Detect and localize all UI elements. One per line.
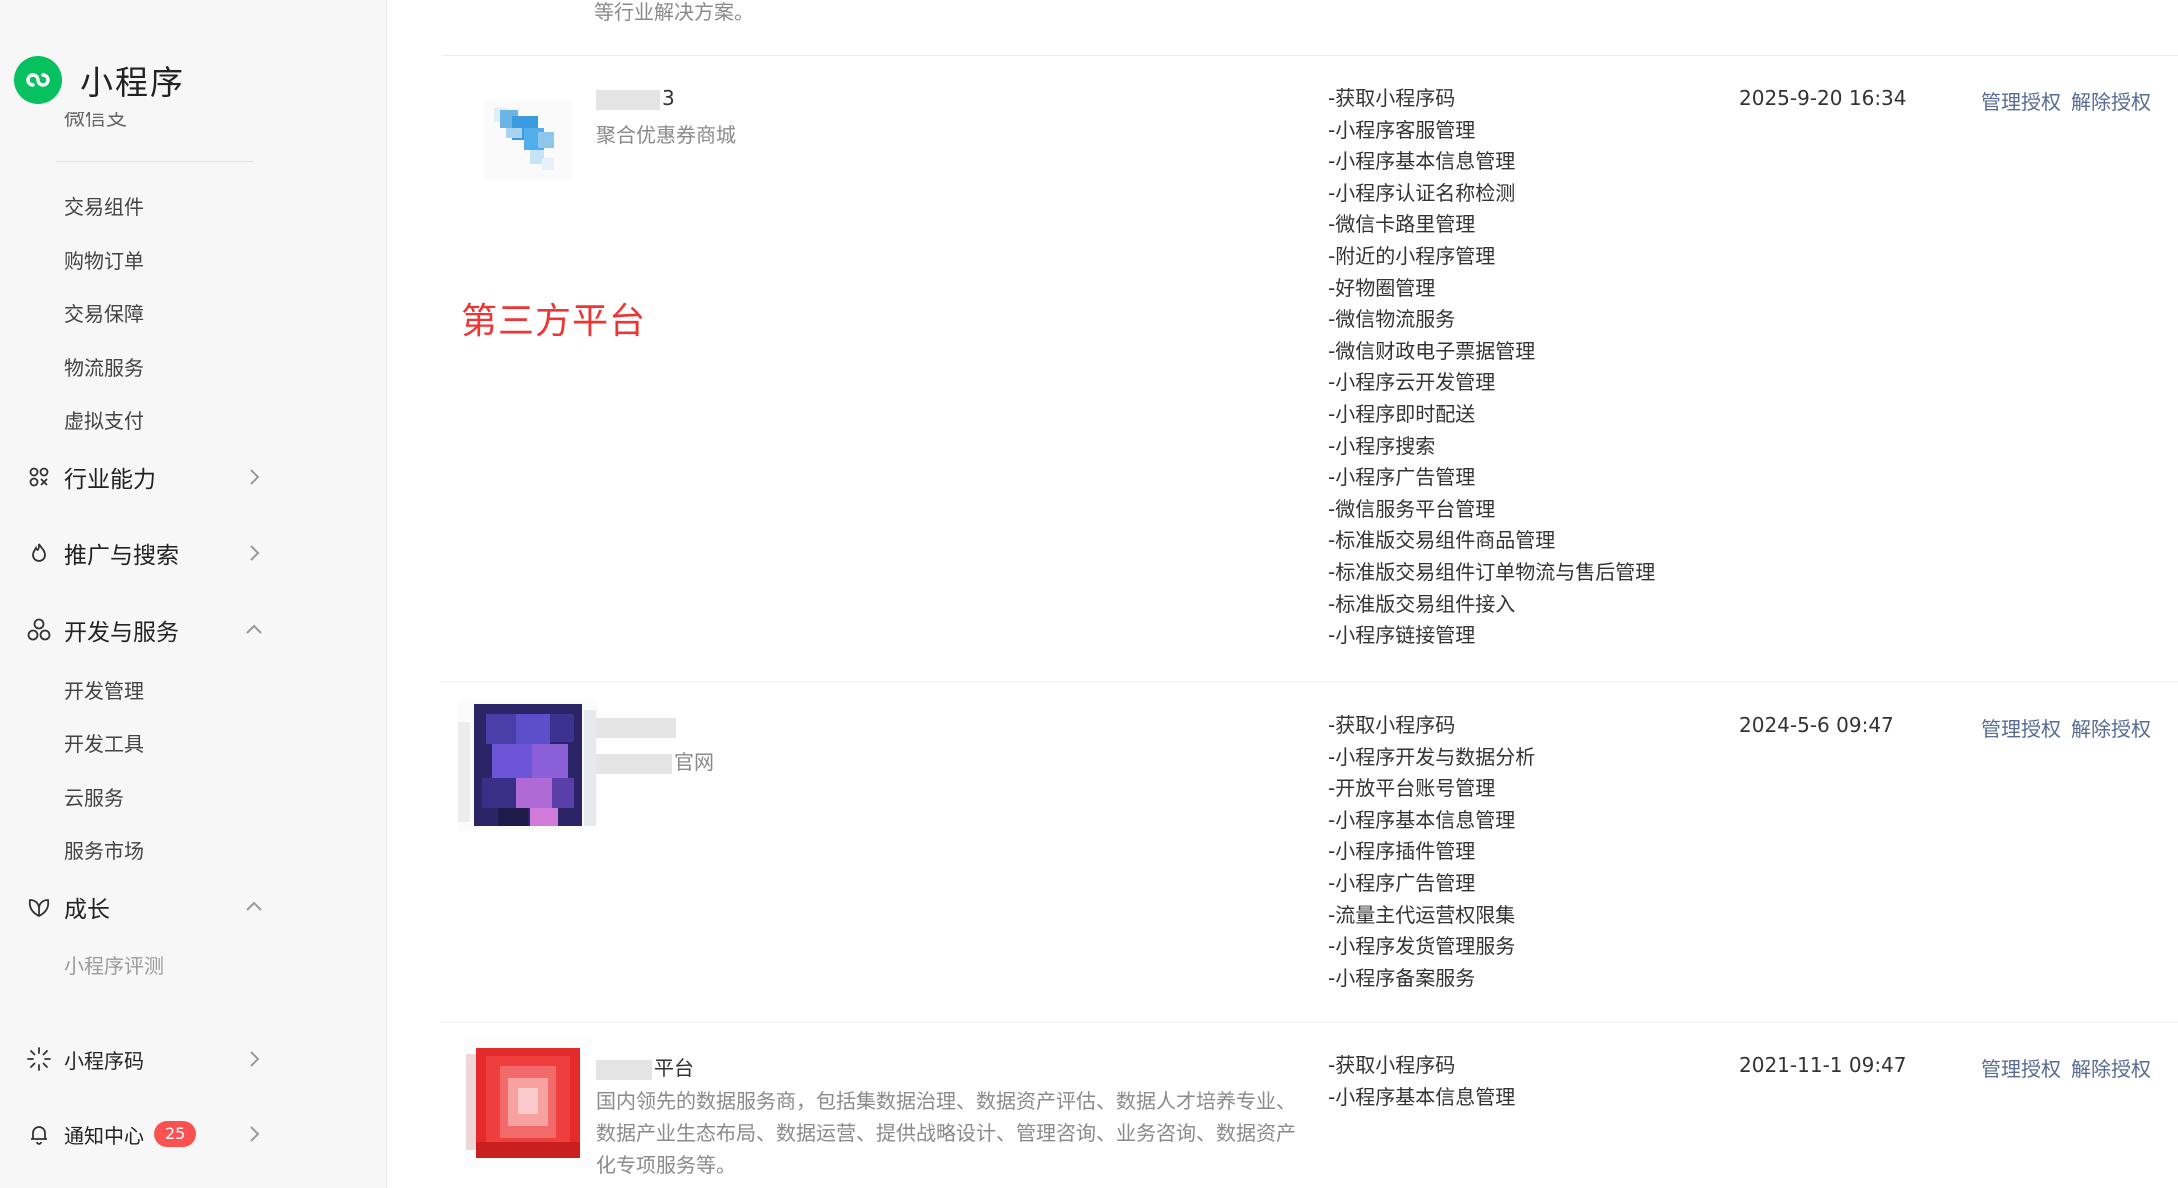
chevron-up-icon <box>246 901 262 911</box>
prev-row-desc: 等行业解决方案。 <box>594 0 754 24</box>
sidebar-item-qrcode[interactable]: 小程序码 <box>26 1039 266 1079</box>
sidebar-group-industry[interactable]: 行业能力 <box>26 457 266 497</box>
sidebar-group-promote[interactable]: 推广与搜索 <box>26 533 266 573</box>
row-divider <box>442 681 2178 682</box>
permission-item: -流量主代运营权限集 <box>1328 902 1516 927</box>
permission-item: -微信卡路里管理 <box>1328 212 1476 237</box>
chevron-right-icon <box>250 1126 260 1142</box>
row-actions: 管理授权 解除授权 <box>1981 713 2151 742</box>
permission-item: -小程序云开发管理 <box>1328 370 1496 395</box>
redacted-name <box>596 89 660 110</box>
annotation-label: 第三方平台 <box>461 301 647 342</box>
sidebar-item-evaluate[interactable]: 小程序评测 <box>64 950 164 979</box>
sidebar-item-logistics[interactable]: 物流服务 <box>64 352 144 381</box>
promote-icon <box>26 540 52 566</box>
sidebar: 小程序 微信支付 交易组件 购物订单 交易保障 物流服务 虚拟支付 行业能力 推… <box>0 0 387 1188</box>
app-name: 平台 <box>596 1052 694 1081</box>
miniprogram-logo-icon <box>14 56 62 104</box>
redacted-name <box>596 1059 652 1080</box>
row-divider <box>442 55 2178 56</box>
permission-item: -获取小程序码 <box>1328 713 1456 737</box>
app-avatar <box>466 1036 590 1168</box>
sidebar-item-clipped[interactable]: 微信支付 <box>64 112 144 130</box>
logo[interactable]: 小程序 <box>14 56 185 104</box>
sidebar-item-service-market[interactable]: 服务市场 <box>64 835 144 864</box>
permission-item: -小程序发货管理服务 <box>1328 934 1516 959</box>
row-actions: 管理授权 解除授权 <box>1981 1053 2151 1082</box>
revoke-auth-link[interactable]: 解除授权 <box>2071 86 2151 115</box>
auth-time: 2025-9-20 16:34 <box>1739 86 1907 110</box>
row-divider <box>442 1022 2178 1023</box>
sidebar-group-growth[interactable]: 成长 <box>26 887 266 927</box>
sidebar-item-shopping-order[interactable]: 购物订单 <box>64 245 144 274</box>
app-avatar <box>484 100 572 180</box>
permission-item: -微信物流服务 <box>1328 307 1456 332</box>
chevron-right-icon <box>250 1051 260 1067</box>
industry-icon <box>26 464 52 490</box>
sidebar-group-dev-service[interactable]: 开发与服务 <box>26 610 266 650</box>
sidebar-divider <box>56 161 254 162</box>
app-desc: 国内领先的数据服务商，包括集数据治理、数据资产评估、数据人才培养专业、数据产业生… <box>596 1089 1296 1177</box>
permission-item: -获取小程序码 <box>1328 1053 1456 1077</box>
permission-item: -小程序广告管理 <box>1328 465 1476 490</box>
redacted-desc <box>596 753 672 774</box>
permission-item: -小程序客服管理 <box>1328 117 1476 142</box>
permission-item: -小程序搜索 <box>1328 433 1436 458</box>
sidebar-item-dev-tools[interactable]: 开发工具 <box>64 728 144 757</box>
qrcode-icon <box>26 1046 52 1072</box>
permission-item: -获取小程序码 <box>1328 86 1456 110</box>
permission-list: -获取小程序码 -小程序开发与数据分析 -开放平台账号管理 -小程序基本信息管理… <box>1328 710 1535 994</box>
permission-item: -好物圈管理 <box>1328 275 1436 300</box>
app-avatar <box>458 700 598 830</box>
permission-item: -小程序基本信息管理 <box>1328 807 1516 832</box>
permission-item: -小程序插件管理 <box>1328 839 1476 864</box>
chevron-right-icon <box>250 469 260 485</box>
notify-badge: 25 <box>154 1121 197 1147</box>
auth-time: 2021-11-1 09:47 <box>1739 1053 1907 1077</box>
bell-icon <box>26 1121 52 1147</box>
app-desc: 聚合优惠券商城 <box>596 123 736 147</box>
permission-item: -标准版交易组件订单物流与售后管理 <box>1328 559 1656 584</box>
logo-text: 小程序 <box>80 63 185 102</box>
permission-item: -微信服务平台管理 <box>1328 496 1496 521</box>
sidebar-item-notify[interactable]: 通知中心 25 <box>26 1114 266 1154</box>
sidebar-item-dev-manage[interactable]: 开发管理 <box>64 675 144 704</box>
revoke-auth-link[interactable]: 解除授权 <box>2071 1053 2151 1082</box>
growth-icon <box>26 894 52 920</box>
sidebar-item-trade-guarantee[interactable]: 交易保障 <box>64 298 144 327</box>
sidebar-item-virtual-pay[interactable]: 虚拟支付 <box>64 405 144 434</box>
permission-item: -小程序基本信息管理 <box>1328 1084 1516 1109</box>
sidebar-item-trade-component[interactable]: 交易组件 <box>64 191 144 220</box>
revoke-auth-link[interactable]: 解除授权 <box>2071 713 2151 742</box>
permission-item: -附近的小程序管理 <box>1328 243 1496 268</box>
manage-auth-link[interactable]: 管理授权 <box>1981 86 2061 115</box>
permission-list: -获取小程序码 -小程序客服管理 -小程序基本信息管理 -小程序认证名称检测 -… <box>1328 83 1655 652</box>
permission-item: -小程序备案服务 <box>1328 965 1476 990</box>
permission-item: -小程序链接管理 <box>1328 623 1476 648</box>
permission-item: -开放平台账号管理 <box>1328 776 1496 801</box>
permission-list: -获取小程序码 -小程序基本信息管理 <box>1328 1050 1515 1113</box>
permission-item: -小程序基本信息管理 <box>1328 149 1516 174</box>
permission-item: -小程序认证名称检测 <box>1328 180 1516 205</box>
permission-item: -小程序广告管理 <box>1328 870 1476 895</box>
row-actions: 管理授权 解除授权 <box>1981 86 2151 115</box>
redacted-name <box>596 717 676 738</box>
dev-service-icon <box>26 617 52 643</box>
app-name: 3 <box>596 86 675 110</box>
app-desc: 官网 <box>596 746 714 778</box>
permission-item: -微信财政电子票据管理 <box>1328 338 1536 363</box>
manage-auth-link[interactable]: 管理授权 <box>1981 713 2061 742</box>
permission-item: -标准版交易组件接入 <box>1328 591 1516 616</box>
auth-time: 2024-5-6 09:47 <box>1739 713 1894 737</box>
manage-auth-link[interactable]: 管理授权 <box>1981 1053 2061 1082</box>
sidebar-item-cloud[interactable]: 云服务 <box>64 782 124 811</box>
permission-item: -标准版交易组件商品管理 <box>1328 528 1556 553</box>
chevron-right-icon <box>250 545 260 561</box>
app-name <box>596 714 678 738</box>
chevron-up-icon <box>246 624 262 634</box>
permission-item: -小程序即时配送 <box>1328 401 1476 426</box>
permission-item: -小程序开发与数据分析 <box>1328 744 1536 769</box>
